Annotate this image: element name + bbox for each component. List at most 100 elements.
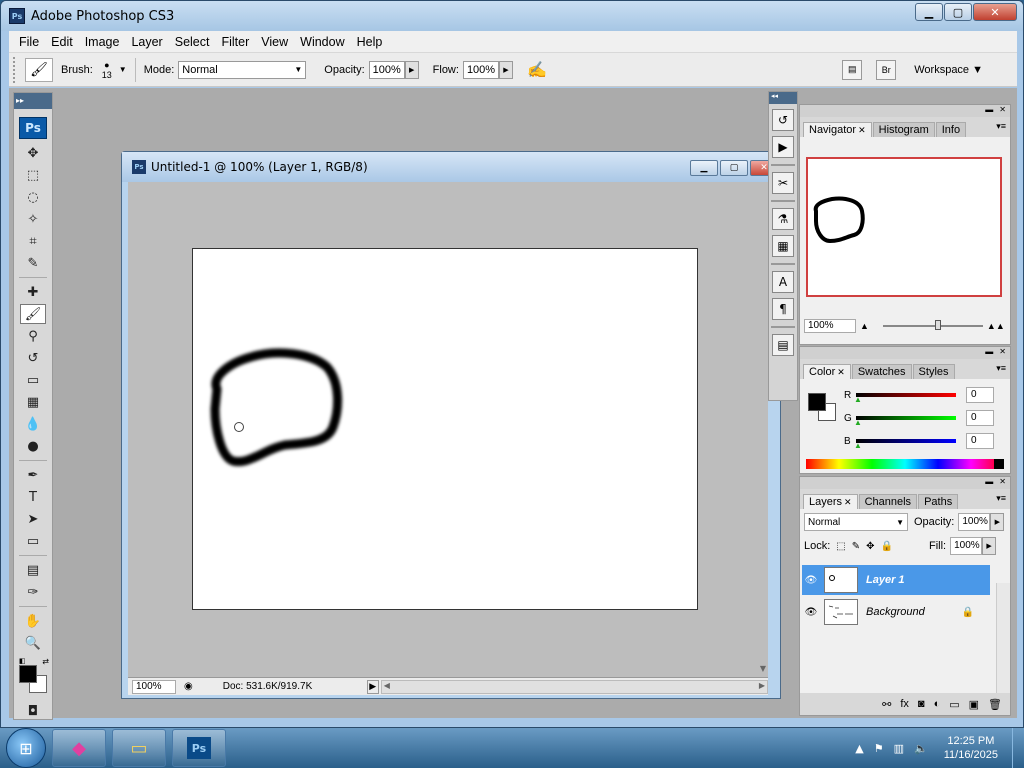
blur-tool-icon[interactable]: 💧 — [20, 414, 46, 434]
tab-color[interactable]: Color ✕ — [803, 364, 851, 379]
fill-slider-button[interactable]: ▶ — [982, 537, 997, 555]
menu-layer[interactable]: Layer — [125, 35, 168, 49]
eyedropper-tool-icon[interactable]: ✑ — [20, 582, 46, 602]
fill-field[interactable]: 100% — [950, 537, 983, 555]
history-brush-tool-icon[interactable]: ↺ — [20, 348, 46, 368]
color-foreground-swatch[interactable] — [808, 393, 826, 411]
character-panel-icon[interactable]: A — [772, 271, 794, 293]
slider-thumb-icon[interactable]: ▲ — [854, 441, 862, 450]
layer-name[interactable]: Layer 1 — [866, 574, 905, 586]
tray-arrow-icon[interactable]: ▲ — [855, 742, 863, 755]
blend-mode-select[interactable]: Normal ▼ — [804, 513, 908, 531]
tool-presets-panel-icon[interactable]: ✂ — [772, 172, 794, 194]
maximize-button[interactable]: ▢ — [944, 3, 972, 21]
delete-layer-icon[interactable]: 🗑 — [988, 698, 1002, 711]
opacity-slider-button[interactable]: ▶ — [404, 60, 419, 79]
scroll-down-arrow-icon[interactable]: ▼ — [760, 664, 766, 673]
paragraph-panel-icon[interactable]: ¶ — [772, 298, 794, 320]
close-icon[interactable]: ✕ — [999, 347, 1006, 359]
tab-histogram[interactable]: Histogram — [872, 122, 935, 137]
taskbar-app-1[interactable]: ◆ — [52, 729, 106, 767]
tab-close-icon[interactable]: ✕ — [858, 125, 866, 135]
menu-window[interactable]: Window — [294, 35, 350, 49]
quick-mask-icon[interactable]: ◘ — [20, 701, 46, 721]
channel-value-field[interactable]: 0 — [966, 433, 994, 449]
layer-style-icon[interactable]: fx — [900, 698, 909, 710]
navigator-zoom-slider[interactable] — [882, 320, 983, 330]
tab-channels[interactable]: Channels — [858, 494, 918, 509]
marquee-tool-icon[interactable]: ⬚ — [20, 165, 46, 185]
lasso-tool-icon[interactable]: ◌ — [20, 187, 46, 207]
canvas[interactable] — [192, 248, 698, 610]
layer-name[interactable]: Background — [866, 606, 925, 618]
status-info-icon[interactable]: ◉ — [184, 681, 193, 692]
healing-brush-tool-icon[interactable]: ✚ — [20, 282, 46, 302]
airbrush-icon[interactable]: ✍ — [527, 60, 547, 80]
document-maximize-button[interactable]: ▢ — [720, 160, 748, 176]
scroll-right-icon[interactable]: ▶ — [759, 681, 765, 690]
layer-comps-panel-icon[interactable]: ▤ — [772, 334, 794, 356]
navigator-preview[interactable] — [806, 157, 1002, 297]
palette-well-icon[interactable]: ▤ — [842, 59, 863, 80]
tab-paths[interactable]: Paths — [918, 494, 959, 509]
taskbar-photoshop[interactable]: Ps — [172, 729, 226, 767]
lock-image-icon[interactable]: ✎ — [852, 541, 860, 552]
title-bar[interactable]: Ps Adobe Photoshop CS3 ▁ ▢ ✕ — [1, 1, 1023, 31]
panel-menu-icon[interactable]: ▾≡ — [996, 121, 1006, 132]
tool-preset-picker[interactable]: 🖌 — [25, 57, 53, 82]
action-center-icon[interactable]: ⚑ — [874, 742, 884, 755]
menu-image[interactable]: Image — [79, 35, 126, 49]
new-layer-icon[interactable]: ▣ — [969, 698, 979, 711]
shape-tool-icon[interactable]: ▭ — [20, 531, 46, 551]
menu-select[interactable]: Select — [169, 35, 216, 49]
channel-slider-track[interactable] — [856, 439, 956, 443]
foreground-color-swatch[interactable] — [19, 665, 37, 683]
menu-file[interactable]: File — [13, 35, 45, 49]
lock-transparent-icon[interactable]: ⬚ — [836, 541, 845, 552]
channel-value-field[interactable]: 0 — [966, 387, 994, 403]
dodge-tool-icon[interactable]: ● — [20, 436, 46, 456]
swap-colors-icon[interactable]: ⇄ — [42, 657, 49, 666]
layer-opacity-slider-button[interactable]: ▶ — [990, 513, 1005, 531]
gradient-tool-icon[interactable]: ▦ — [20, 392, 46, 412]
collapse-icon[interactable]: ▬ — [985, 105, 993, 117]
zoom-slider-thumb[interactable] — [934, 320, 941, 330]
clone-stamp-tool-icon[interactable]: ⚲ — [20, 326, 46, 346]
pen-tool-icon[interactable]: ✒ — [20, 465, 46, 485]
ps-badge-icon[interactable]: Ps — [19, 117, 47, 139]
actions-panel-icon[interactable]: ▶ — [772, 136, 794, 158]
color-spectrum-bar[interactable] — [806, 459, 1004, 469]
lock-position-icon[interactable]: ✥ — [866, 541, 874, 552]
tab-swatches[interactable]: Swatches — [851, 364, 912, 379]
tab-close-icon[interactable]: ✕ — [837, 367, 845, 377]
link-layers-icon[interactable]: ⚯ — [882, 698, 891, 711]
close-icon[interactable]: ✕ — [999, 105, 1006, 117]
navigator-zoom-field[interactable]: 100% — [804, 319, 856, 333]
layer-row-layer-1[interactable]: 👁 Layer 1 — [802, 565, 990, 595]
bridge-icon[interactable]: Br — [876, 59, 897, 80]
dock-header[interactable]: ◂◂ — [769, 92, 797, 104]
scroll-left-icon[interactable]: ◀ — [384, 681, 390, 690]
panel-menu-icon[interactable]: ▾≡ — [996, 363, 1006, 374]
flow-field[interactable]: 100% — [462, 60, 499, 79]
workspace-menu-button[interactable]: Workspace ▼ — [910, 64, 987, 76]
tools-panel-header[interactable]: ▸▸ — [14, 93, 52, 109]
taskbar-explorer[interactable]: ▭ — [112, 729, 166, 767]
clock[interactable]: 12:25 PM 11/16/2025 — [944, 734, 998, 762]
menu-help[interactable]: Help — [351, 35, 389, 49]
canvas-area[interactable]: ▼ — [128, 182, 768, 677]
new-group-icon[interactable]: ▭ — [949, 698, 959, 711]
status-menu-arrow-icon[interactable]: ▶ — [366, 679, 379, 694]
eye-icon[interactable]: 👁 — [802, 575, 820, 586]
menu-edit[interactable]: Edit — [45, 35, 79, 49]
zoom-tool-icon[interactable]: 🔍 — [20, 633, 46, 653]
channel-slider-track[interactable] — [856, 393, 956, 397]
brush-dropdown-arrow-icon[interactable]: ▼ — [119, 65, 127, 74]
document-title-bar[interactable]: Ps Untitled-1 @ 100% (Layer 1, RGB/8) ▁ … — [122, 152, 780, 182]
notes-tool-icon[interactable]: ▤ — [20, 560, 46, 580]
volume-icon[interactable]: 🔈 — [914, 742, 928, 755]
move-tool-icon[interactable]: ✥ — [20, 143, 46, 163]
layer-mask-icon[interactable]: ◙ — [918, 698, 925, 710]
close-button[interactable]: ✕ — [973, 3, 1017, 21]
slider-thumb-icon[interactable]: ▲ — [854, 395, 862, 404]
